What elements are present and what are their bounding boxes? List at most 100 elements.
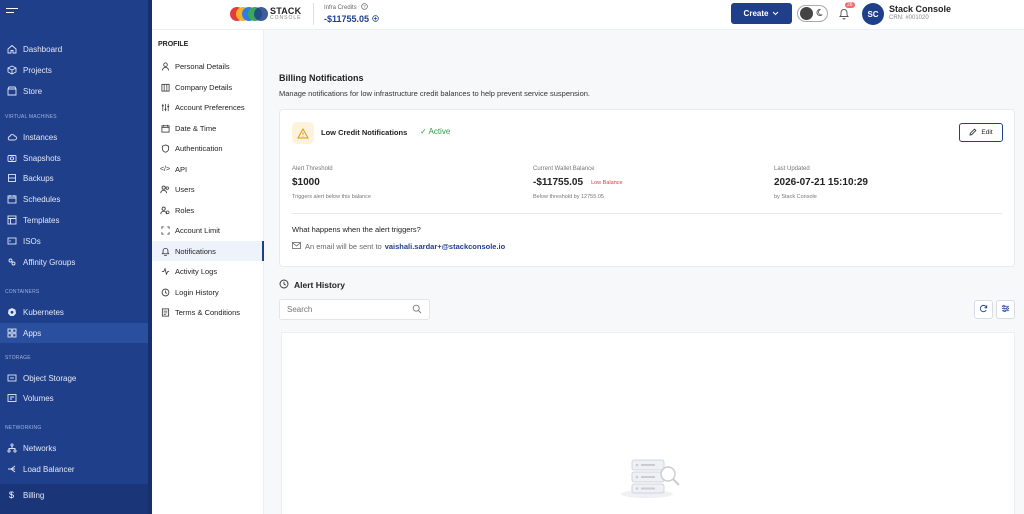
edit-button[interactable]: Edit [959, 123, 1003, 142]
profile-item-api[interactable]: </> API [152, 159, 264, 179]
nav-item-apps[interactable]: Apps [0, 323, 148, 343]
nav-label: Volumes [23, 393, 54, 403]
theme-toggle[interactable] [797, 5, 828, 22]
nav-label: Kubernetes [23, 307, 64, 317]
warning-icon [292, 122, 314, 144]
add-credits-icon[interactable] [372, 14, 379, 24]
low-balance-tag: Low Balance [591, 179, 623, 186]
page-subtitle: Manage notifications for low infrastruct… [279, 89, 590, 98]
bell-icon [160, 246, 170, 256]
nav-label: Apps [23, 328, 42, 338]
kubernetes-icon [6, 307, 17, 318]
nav-item-backups[interactable]: Backups [0, 168, 148, 188]
card-divider [292, 213, 1002, 214]
box-icon [6, 65, 17, 76]
nav-item-snapshots[interactable]: Snapshots [0, 148, 148, 168]
create-button[interactable]: Create [731, 3, 792, 24]
clock-icon [279, 279, 289, 291]
infra-credits: Infra Credits ? -$11755.05 [313, 3, 379, 25]
sun-icon [800, 7, 813, 20]
nav-label: Dashboard [23, 44, 63, 54]
disk-icon [6, 236, 17, 247]
nav-item-schedules[interactable]: Schedules [0, 189, 148, 209]
mail-icon [292, 242, 301, 251]
profile-item-company-details[interactable]: Company Details [152, 77, 264, 97]
snapshot-icon [6, 153, 17, 164]
profile-item-authentication[interactable]: Authentication [152, 138, 264, 158]
profile-item-users[interactable]: Users [152, 179, 264, 199]
help-icon[interactable]: ? [360, 3, 368, 12]
dollar-icon: $ [8, 490, 14, 500]
avatar[interactable]: SC [862, 3, 884, 25]
profile-item-terms-conditions[interactable]: Terms & Conditions [152, 302, 264, 322]
search-icon[interactable] [412, 304, 422, 316]
network-icon [6, 443, 17, 454]
nav-label: Snapshots [23, 153, 61, 163]
profile-item-notifications[interactable]: Notifications [152, 241, 264, 261]
stat-value: -$11755.05 Low Balance [533, 177, 623, 188]
profile-item-activity-logs[interactable]: Activity Logs [152, 261, 264, 281]
profile-item-roles[interactable]: Roles [152, 200, 264, 220]
profile-item-personal-details[interactable]: Personal Details [152, 56, 264, 76]
nav-label: Object Storage [23, 373, 77, 383]
nav-item-instances[interactable]: Instances [0, 127, 148, 147]
refresh-button[interactable] [974, 300, 993, 319]
nav-item-kubernetes[interactable]: Kubernetes [0, 302, 148, 322]
moon-icon [816, 8, 825, 19]
logo-mark [230, 4, 268, 24]
hamburger-menu-icon[interactable] [6, 8, 18, 18]
nav-item-store[interactable]: Store [0, 81, 148, 101]
nav-item-billing[interactable]: $ Billing [0, 485, 148, 505]
nav-item-isos[interactable]: ISOs [0, 231, 148, 251]
stack-console-logo[interactable]: STACK CONSOLE [230, 4, 301, 24]
credits-value: -$11755.05 [324, 14, 370, 24]
nav-item-templates[interactable]: Templates [0, 210, 148, 230]
nav-label: Instances [23, 132, 58, 142]
account-info[interactable]: Stack Console CRN: #001020 [889, 4, 952, 21]
pencil-icon [969, 128, 977, 138]
nav-item-networks[interactable]: Networks [0, 438, 148, 458]
profile-item-date-time[interactable]: Date & Time [152, 118, 264, 138]
profile-item-label: Authentication [175, 143, 223, 153]
profile-item-account-limit[interactable]: Account Limit [152, 220, 264, 240]
alert-history-table [281, 332, 1015, 514]
nav-label: Affinity Groups [23, 257, 76, 267]
profile-sidebar: PROFILE Personal Details Company Details… [152, 30, 264, 514]
low-credit-notification-card: Low Credit Notifications ✓ Active Edit A… [279, 109, 1015, 267]
account-name: Stack Console [889, 4, 952, 14]
nav-label: Templates [23, 215, 60, 225]
nav-label: Backups [23, 173, 54, 183]
nav-item-dashboard[interactable]: Dashboard [0, 39, 148, 59]
users-icon [160, 184, 170, 194]
profile-item-label: Notifications [175, 246, 216, 256]
stat-label: Last Updated [774, 166, 810, 172]
alert-history-heading: Alert History [279, 279, 345, 291]
card-title: Low Credit Notifications [321, 128, 408, 137]
profile-item-label: Users [175, 184, 195, 194]
filter-button[interactable] [996, 300, 1015, 319]
notifications-bell-icon[interactable]: 26 [838, 2, 855, 22]
nav-label: ISOs [23, 236, 41, 246]
last-updated-stat: Last Updated 2026-07-21 15:10:29 by Stac… [774, 166, 868, 200]
cloud-icon [6, 132, 17, 143]
nav-label: Billing [23, 490, 45, 500]
status-label: Active [428, 127, 451, 136]
profile-item-login-history[interactable]: Login History [152, 282, 264, 302]
page-title: Billing Notifications [279, 73, 364, 83]
search-input[interactable] [287, 305, 397, 314]
nav-label: Schedules [23, 194, 61, 204]
left-navigation: Dashboard Projects Store VIRTUAL MACHINE… [0, 0, 152, 514]
calendar-icon [160, 123, 170, 133]
profile-item-label: API [175, 164, 188, 174]
nav-item-object-storage[interactable]: Object Storage [0, 368, 148, 388]
nav-item-affinity-groups[interactable]: Affinity Groups [0, 252, 148, 272]
create-label: Create [743, 9, 769, 18]
sliders-icon [160, 102, 170, 112]
nav-item-volumes[interactable]: Volumes [0, 388, 148, 408]
nav-item-load-balancer[interactable]: Load Balancer [0, 459, 148, 479]
calendar-icon [6, 194, 17, 205]
profile-item-label: Account Preferences [175, 102, 245, 112]
nav-item-projects[interactable]: Projects [0, 60, 148, 80]
profile-item-account-preferences[interactable]: Account Preferences [152, 97, 264, 117]
user-icon [160, 61, 170, 71]
